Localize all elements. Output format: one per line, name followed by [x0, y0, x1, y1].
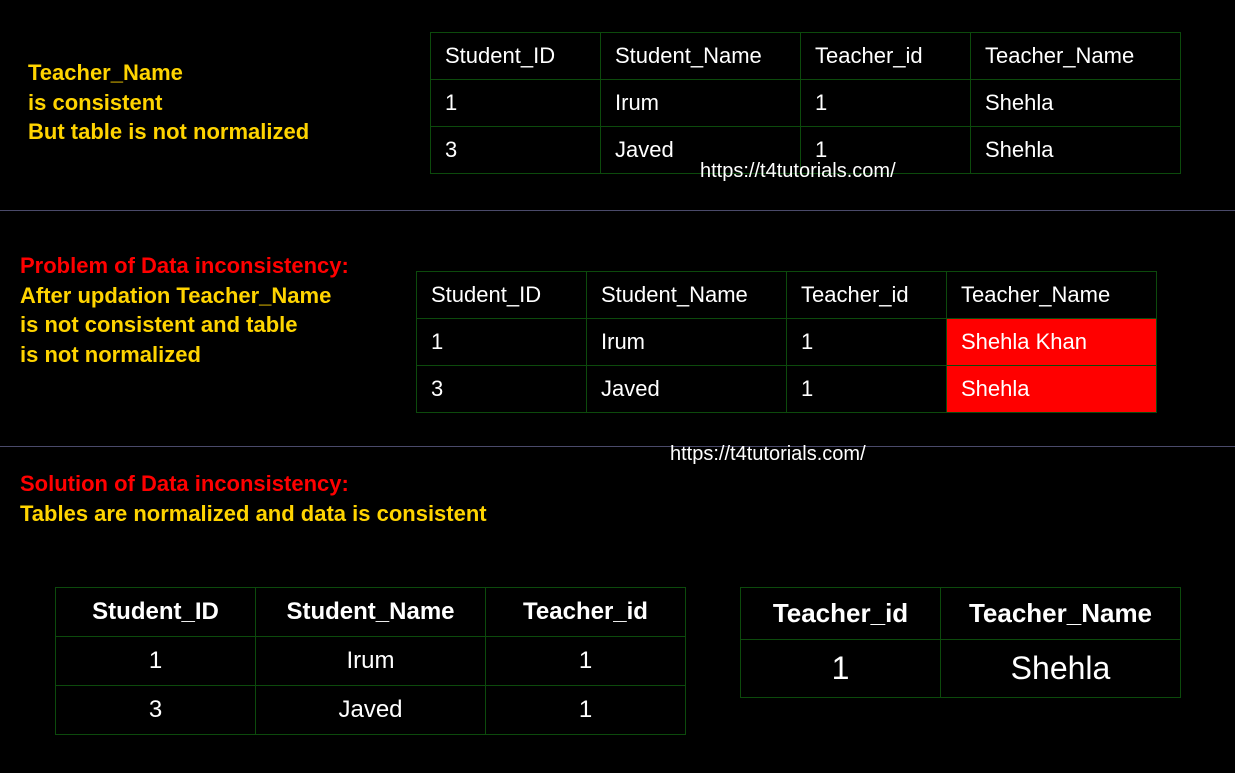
cell: 1: [801, 80, 971, 127]
table-row: 1 Irum 1: [56, 637, 686, 686]
table-row: 1 Shehla: [741, 640, 1181, 698]
table-row: 1 Irum 1 Shehla Khan: [417, 319, 1157, 366]
table-header-row: Teacher_id Teacher_Name: [741, 588, 1181, 640]
cell: 1: [486, 637, 686, 686]
caption-1-line2: is consistent: [28, 88, 309, 118]
col-teacher-id: Teacher_id: [787, 272, 947, 319]
caption-1-line1: Teacher_Name: [28, 58, 309, 88]
cell: 3: [431, 127, 601, 174]
caption-1-line3: But table is not normalized: [28, 117, 309, 147]
cell: 3: [417, 366, 587, 413]
cell: Irum: [601, 80, 801, 127]
col-teacher-name: Teacher_Name: [947, 272, 1157, 319]
table-row: 3 Javed 1: [56, 686, 686, 735]
table-inconsistent: Student_ID Student_Name Teacher_id Teach…: [416, 271, 1157, 413]
cell: Irum: [256, 637, 486, 686]
section-consistent: Teacher_Name is consistent But table is …: [0, 0, 1235, 210]
cell: 1: [741, 640, 941, 698]
col-teacher-name: Teacher_Name: [941, 588, 1181, 640]
table-header-row: Student_ID Student_Name Teacher_id Teach…: [417, 272, 1157, 319]
section-solution: https://t4tutorials.com/ Solution of Dat…: [0, 447, 1235, 773]
cell: Shehla: [941, 640, 1181, 698]
table-header-row: Student_ID Student_Name Teacher_id Teach…: [431, 33, 1181, 80]
col-teacher-id: Teacher_id: [801, 33, 971, 80]
caption-2-line2: is not consistent and table: [20, 310, 349, 340]
col-teacher-id: Teacher_id: [741, 588, 941, 640]
cell: 1: [431, 80, 601, 127]
col-student-id: Student_ID: [417, 272, 587, 319]
caption-2: Problem of Data inconsistency: After upd…: [20, 251, 349, 370]
cell: Shehla: [971, 80, 1181, 127]
caption-2-title: Problem of Data inconsistency:: [20, 251, 349, 281]
col-student-name: Student_Name: [256, 588, 486, 637]
cell: Irum: [587, 319, 787, 366]
cell: Shehla: [971, 127, 1181, 174]
table-not-normalized: Student_ID Student_Name Teacher_id Teach…: [430, 32, 1181, 174]
cell-highlighted: Shehla Khan: [947, 319, 1157, 366]
table-row: 1 Irum 1 Shehla: [431, 80, 1181, 127]
cell: 1: [486, 686, 686, 735]
col-teacher-name: Teacher_Name: [971, 33, 1181, 80]
watermark: https://t4tutorials.com/: [700, 160, 896, 183]
col-teacher-id: Teacher_id: [486, 588, 686, 637]
col-student-id: Student_ID: [56, 588, 256, 637]
cell: 1: [56, 637, 256, 686]
watermark: https://t4tutorials.com/: [670, 443, 866, 466]
col-student-name: Student_Name: [601, 33, 801, 80]
table-normalized-teachers: Teacher_id Teacher_Name 1 Shehla: [740, 587, 1181, 698]
caption-3-line1: Tables are normalized and data is consis…: [20, 499, 487, 529]
table-row: 3 Javed 1 Shehla: [417, 366, 1157, 413]
table-header-row: Student_ID Student_Name Teacher_id: [56, 588, 686, 637]
cell: 1: [787, 319, 947, 366]
col-student-name: Student_Name: [587, 272, 787, 319]
caption-2-line3: is not normalized: [20, 340, 349, 370]
col-student-id: Student_ID: [431, 33, 601, 80]
cell: 1: [787, 366, 947, 413]
section-problem: Problem of Data inconsistency: After upd…: [0, 211, 1235, 446]
caption-1: Teacher_Name is consistent But table is …: [28, 58, 309, 147]
caption-2-line1: After updation Teacher_Name: [20, 281, 349, 311]
cell: Javed: [256, 686, 486, 735]
cell: Javed: [587, 366, 787, 413]
cell: 3: [56, 686, 256, 735]
caption-3: Solution of Data inconsistency: Tables a…: [20, 469, 487, 528]
cell: 1: [417, 319, 587, 366]
table-normalized-students: Student_ID Student_Name Teacher_id 1 Iru…: [55, 587, 686, 735]
caption-3-title: Solution of Data inconsistency:: [20, 469, 487, 499]
cell-highlighted: Shehla: [947, 366, 1157, 413]
